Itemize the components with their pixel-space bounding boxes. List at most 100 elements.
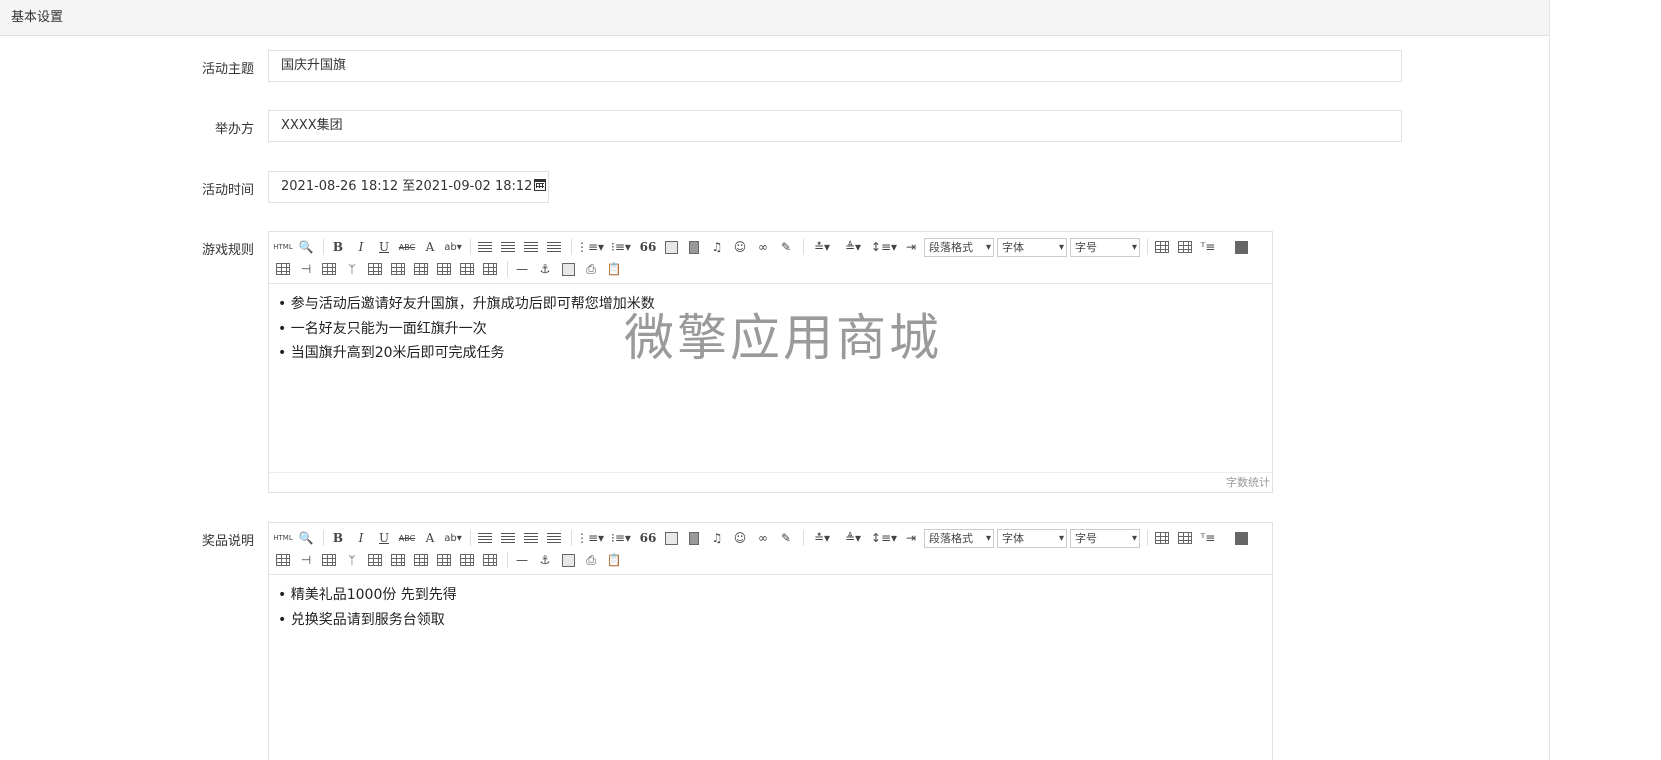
text-direction-icon[interactable]: ᵀ≡: [1198, 237, 1218, 257]
html-source-button[interactable]: HTML: [273, 237, 293, 257]
split-icon[interactable]: ᛘ: [342, 550, 362, 570]
unordered-list-icon[interactable]: ⁝≡▾: [607, 528, 635, 548]
font-color-button[interactable]: A: [420, 237, 440, 257]
horizontal-rule-icon[interactable]: —: [512, 259, 532, 279]
align-justify-icon[interactable]: [544, 237, 564, 257]
text-direction-icon[interactable]: ᵀ≡: [1198, 528, 1218, 548]
image-icon[interactable]: [661, 237, 681, 257]
align-justify-icon[interactable]: [544, 528, 564, 548]
insert-col-icon[interactable]: ⊣: [296, 259, 316, 279]
insert-col-icon[interactable]: ⊣: [296, 550, 316, 570]
print-icon[interactable]: ⎙: [581, 259, 601, 279]
table-properties-icon[interactable]: [1175, 528, 1195, 548]
insert-row-icon[interactable]: [273, 259, 293, 279]
strikethrough-button[interactable]: ABC: [397, 528, 417, 548]
table-properties-icon[interactable]: [1175, 237, 1195, 257]
ordered-list-icon[interactable]: ⋮≡▾: [576, 528, 604, 548]
font-family-select[interactable]: 字体: [997, 528, 1067, 548]
prizes-editor[interactable]: HTML 🔍 B I U ABC A ab▾ ⋮≡▾ ⁝≡▾ 66 ♫ ☺ ∞ …: [268, 522, 1273, 760]
ordered-list-icon[interactable]: ⋮≡▾: [576, 237, 604, 257]
font-size-select[interactable]: 字号: [1070, 237, 1140, 257]
merge-cells-icon[interactable]: [365, 550, 385, 570]
blockquote-button[interactable]: 66: [638, 237, 658, 257]
anchor-icon[interactable]: ⚓: [535, 259, 555, 279]
split-rows-icon[interactable]: [457, 550, 477, 570]
merge-down-icon[interactable]: [411, 550, 431, 570]
insert-table-icon[interactable]: [1152, 528, 1172, 548]
align-left-icon[interactable]: [475, 528, 495, 548]
align-center-icon[interactable]: [498, 237, 518, 257]
row-spacing-bottom-icon[interactable]: ≜▾: [839, 237, 867, 257]
row-spacing-top-icon[interactable]: ≛▾: [808, 528, 836, 548]
merge-right-icon[interactable]: [388, 550, 408, 570]
split-rows-icon[interactable]: [457, 259, 477, 279]
insert-frame-icon[interactable]: [558, 259, 578, 279]
preview-icon[interactable]: 🔍: [296, 528, 316, 548]
horizontal-rule-icon[interactable]: —: [512, 550, 532, 570]
italic-button[interactable]: I: [351, 237, 371, 257]
theme-input[interactable]: 国庆升国旗: [268, 50, 1402, 82]
bold-button[interactable]: B: [328, 237, 348, 257]
indent-icon[interactable]: ⇥: [901, 528, 921, 548]
paragraph-format-select[interactable]: 段落格式: [924, 528, 994, 548]
bold-button[interactable]: B: [328, 528, 348, 548]
line-height-icon[interactable]: ↕≡▾: [870, 528, 898, 548]
eraser-icon[interactable]: ✎: [776, 528, 796, 548]
merge-right-icon[interactable]: [388, 259, 408, 279]
image-icon[interactable]: [661, 528, 681, 548]
align-left-icon[interactable]: [475, 237, 495, 257]
date-range-input[interactable]: 2021-08-26 18:12 至2021-09-02 18:12: [268, 171, 549, 203]
link-icon[interactable]: ∞: [753, 528, 773, 548]
underline-button[interactable]: U: [374, 237, 394, 257]
paste-icon[interactable]: 📋: [604, 550, 624, 570]
merge-cells-icon[interactable]: [365, 259, 385, 279]
music-icon[interactable]: ♫: [707, 237, 727, 257]
rules-editor[interactable]: HTML 🔍 B I U ABC A ab▾ ⋮≡▾ ⁝≡▾ 66 ♫ ☺ ∞ …: [268, 231, 1273, 493]
print-icon[interactable]: ⎙: [581, 550, 601, 570]
anchor-icon[interactable]: ⚓: [535, 550, 555, 570]
strikethrough-button[interactable]: ABC: [397, 237, 417, 257]
align-right-icon[interactable]: [521, 528, 541, 548]
split-cells-icon[interactable]: [434, 259, 454, 279]
split-icon[interactable]: ᛘ: [342, 259, 362, 279]
fullscreen-icon[interactable]: [1231, 237, 1251, 257]
italic-button[interactable]: I: [351, 528, 371, 548]
blockquote-button[interactable]: 66: [638, 528, 658, 548]
music-icon[interactable]: ♫: [707, 528, 727, 548]
insert-col-before-icon[interactable]: [319, 550, 339, 570]
preview-icon[interactable]: 🔍: [296, 237, 316, 257]
split-cols-icon[interactable]: [480, 259, 500, 279]
organizer-input[interactable]: XXXX集团: [268, 110, 1402, 142]
emoticon-icon[interactable]: ☺: [730, 237, 750, 257]
video-icon[interactable]: [684, 237, 704, 257]
underline-button[interactable]: U: [374, 528, 394, 548]
insert-frame-icon[interactable]: [558, 550, 578, 570]
fullscreen-icon[interactable]: [1231, 528, 1251, 548]
insert-row-icon[interactable]: [273, 550, 293, 570]
merge-down-icon[interactable]: [411, 259, 431, 279]
paragraph-format-select[interactable]: 段落格式: [924, 237, 994, 257]
highlight-icon[interactable]: ab▾: [443, 237, 463, 257]
prizes-editor-content[interactable]: 精美礼品1000份 先到先得 兑换奖品请到服务台领取: [269, 575, 1272, 760]
split-cells-icon[interactable]: [434, 550, 454, 570]
line-height-icon[interactable]: ↕≡▾: [870, 237, 898, 257]
eraser-icon[interactable]: ✎: [776, 237, 796, 257]
font-size-select[interactable]: 字号: [1070, 528, 1140, 548]
insert-col-before-icon[interactable]: [319, 259, 339, 279]
paste-icon[interactable]: 📋: [604, 259, 624, 279]
insert-table-icon[interactable]: [1152, 237, 1172, 257]
font-family-select[interactable]: 字体: [997, 237, 1067, 257]
video-icon[interactable]: [684, 528, 704, 548]
indent-icon[interactable]: ⇥: [901, 237, 921, 257]
align-right-icon[interactable]: [521, 237, 541, 257]
row-spacing-bottom-icon[interactable]: ≜▾: [839, 528, 867, 548]
rules-editor-content[interactable]: 参与活动后邀请好友升国旗，升旗成功后即可帮您增加米数 一名好友只能为一面红旗升一…: [269, 284, 1272, 472]
row-spacing-top-icon[interactable]: ≛▾: [808, 237, 836, 257]
calendar-icon[interactable]: [534, 179, 547, 191]
highlight-icon[interactable]: ab▾: [443, 528, 463, 548]
emoticon-icon[interactable]: ☺: [730, 528, 750, 548]
unordered-list-icon[interactable]: ⁝≡▾: [607, 237, 635, 257]
font-color-button[interactable]: A: [420, 528, 440, 548]
split-cols-icon[interactable]: [480, 550, 500, 570]
align-center-icon[interactable]: [498, 528, 518, 548]
